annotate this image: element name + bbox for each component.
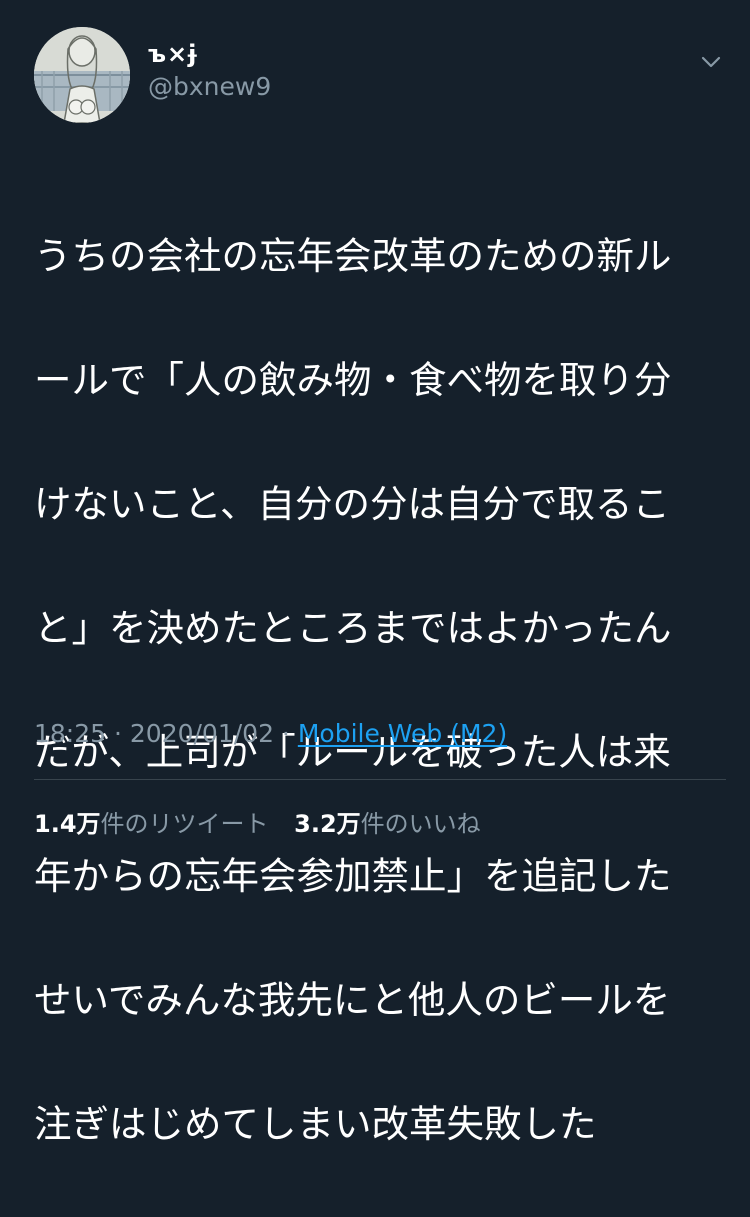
tweet-header: ъ×ɉ @bxnew9 — [34, 27, 724, 127]
retweets-count: 1.4万 — [34, 810, 101, 838]
user-names[interactable]: ъ×ɉ @bxnew9 — [148, 39, 271, 103]
tweet-line: 注ぎはじめてしまい改革失敗した — [34, 1102, 597, 1146]
tweet-line: けないこと、自分の分は自分で取るこ — [34, 482, 670, 526]
tweet-time[interactable]: 18:25 — [34, 719, 106, 748]
tweet-line: うちの会社の忘年会改革のための新ル — [34, 234, 672, 278]
tweet-line: 年からの忘年会参加禁止」を追記した — [34, 854, 672, 898]
meta-separator: · — [106, 719, 130, 748]
meta-separator: · — [273, 719, 298, 748]
avatar-image — [34, 27, 130, 123]
retweets-label: 件のリツイート — [100, 810, 269, 838]
likes-count: 3.2万 — [294, 810, 361, 838]
likes-stat[interactable]: 3.2万件のいいね — [294, 806, 481, 842]
chevron-down-icon[interactable] — [698, 49, 724, 75]
tweet-line: ールで「人の飲み物・食べ物を取り分 — [34, 358, 672, 402]
divider — [34, 779, 726, 780]
avatar[interactable] — [34, 27, 130, 123]
tweet-line: せいでみんな我先にと他人のビールを — [34, 978, 671, 1022]
tweet-stats: 1.4万件のリツイート 3.2万件のいいね — [34, 806, 481, 842]
tweet-text: うちの会社の忘年会改革のための新ル ールで「人の飲み物・食べ物を取り分 けないこ… — [34, 163, 718, 1217]
tweet-meta: 18:25 · 2020/01/02 · Mobile Web (M2) — [34, 716, 507, 752]
tweet-source-link[interactable]: Mobile Web (M2) — [298, 719, 507, 748]
user-handle[interactable]: @bxnew9 — [148, 71, 271, 103]
tweet-line: と」を決めたところまではよかったん — [34, 606, 672, 650]
tweet-date[interactable]: 2020/01/02 — [130, 719, 274, 748]
retweets-stat[interactable]: 1.4万件のリツイート — [34, 806, 269, 842]
display-name[interactable]: ъ×ɉ — [148, 39, 271, 69]
likes-label: 件のいいね — [360, 810, 481, 838]
